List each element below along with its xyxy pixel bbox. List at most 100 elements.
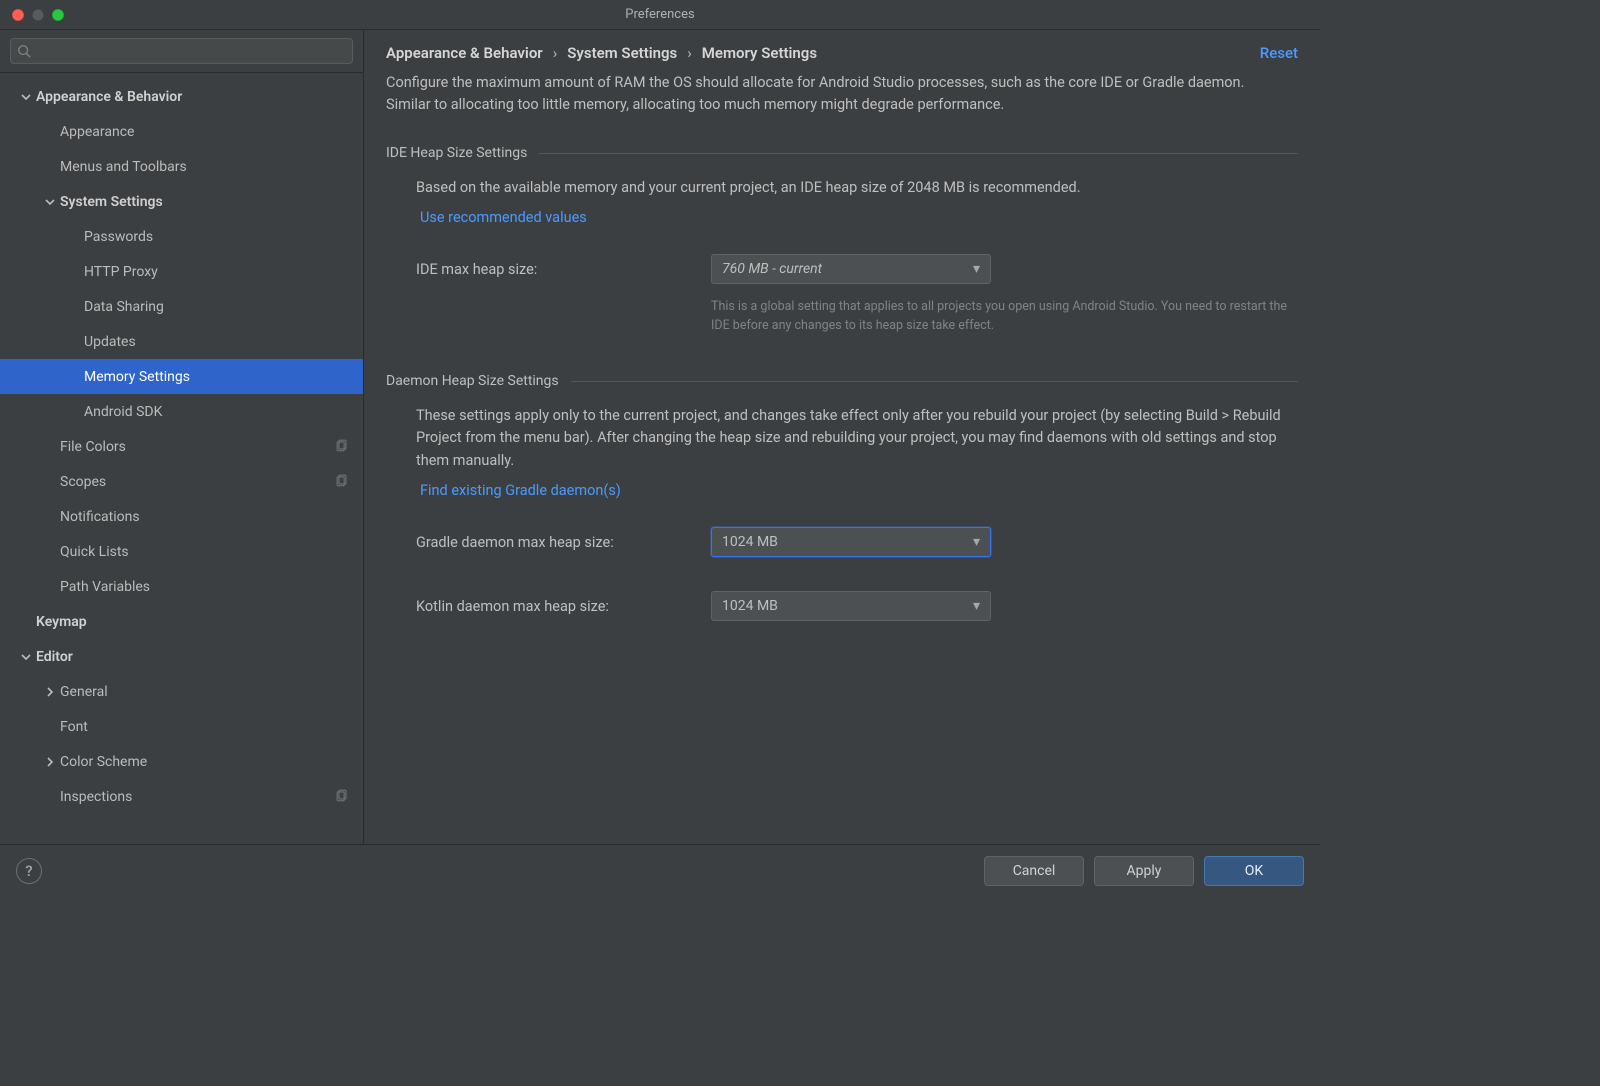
- gradle-heap-row: Gradle daemon max heap size: 1024 MB ▾: [416, 527, 1298, 557]
- sidebar-item-passwords[interactable]: Passwords: [0, 219, 363, 254]
- sidebar-item-label: File Colors: [60, 439, 335, 455]
- sidebar-item-label: Path Variables: [60, 579, 363, 595]
- sidebar-item-label: Scopes: [60, 474, 335, 490]
- sidebar: Appearance & Behavior Appearance Menus and…: [0, 30, 364, 844]
- gradle-heap-label: Gradle daemon max heap size:: [416, 534, 711, 551]
- footer: ? Cancel Apply OK: [0, 844, 1320, 896]
- chevron-down-icon: [20, 92, 32, 102]
- sidebar-item-label: Passwords: [84, 229, 363, 245]
- sidebar-item-color-scheme[interactable]: Color Scheme: [0, 744, 363, 779]
- search-input[interactable]: [35, 44, 346, 59]
- ide-heap-value: 760 MB - current: [722, 261, 973, 277]
- apply-button[interactable]: Apply: [1094, 856, 1194, 886]
- copy-icon: [335, 473, 349, 491]
- page-description: Configure the maximum amount of RAM the …: [386, 72, 1266, 117]
- reset-link[interactable]: Reset: [1260, 44, 1298, 62]
- kotlin-heap-value: 1024 MB: [722, 598, 973, 614]
- sidebar-item-label: Quick Lists: [60, 544, 363, 560]
- chevron-down-icon: ▾: [973, 598, 980, 614]
- sidebar-item-system-settings[interactable]: System Settings: [0, 184, 363, 219]
- sidebar-item-quick-lists[interactable]: Quick Lists: [0, 534, 363, 569]
- find-gradle-daemons-link[interactable]: Find existing Gradle daemon(s): [420, 482, 621, 499]
- copy-icon: [335, 788, 349, 806]
- kotlin-heap-label: Kotlin daemon max heap size:: [416, 598, 711, 615]
- sidebar-item-label: Android SDK: [84, 404, 363, 420]
- sidebar-item-label: Appearance: [60, 124, 363, 140]
- divider: [539, 153, 1298, 154]
- sidebar-item-scopes[interactable]: Scopes: [0, 464, 363, 499]
- divider: [571, 381, 1298, 382]
- ide-heap-label: IDE max heap size:: [416, 261, 711, 278]
- sidebar-item-label: Memory Settings: [84, 369, 363, 385]
- breadcrumb-a: Appearance & Behavior: [386, 44, 543, 62]
- titlebar: Preferences: [0, 0, 1320, 30]
- chevron-down-icon: ▾: [973, 534, 980, 550]
- breadcrumb-b: System Settings: [567, 44, 677, 62]
- sidebar-item-path-variables[interactable]: Path Variables: [0, 569, 363, 604]
- daemon-text: These settings apply only to the current…: [416, 405, 1286, 472]
- ide-heap-section-title: IDE Heap Size Settings: [386, 145, 1298, 161]
- sidebar-item-keymap[interactable]: Keymap: [0, 604, 363, 639]
- breadcrumb: Appearance & Behavior › System Settings …: [364, 30, 1320, 72]
- sidebar-item-label: System Settings: [60, 194, 363, 210]
- sidebar-item-label: Editor: [36, 649, 363, 665]
- ide-recommend-text: Based on the available memory and your c…: [416, 177, 1286, 199]
- sidebar-item-label: Inspections: [60, 789, 335, 805]
- sidebar-item-label: Menus and Toolbars: [60, 159, 363, 175]
- search-field[interactable]: [10, 38, 353, 64]
- sidebar-item-menus-and-toolbars[interactable]: Menus and Toolbars: [0, 149, 363, 184]
- ide-heap-hint: This is a global setting that applies to…: [711, 298, 1298, 334]
- window-title: Preferences: [0, 7, 1320, 22]
- sidebar-item-memory-settings[interactable]: Memory Settings: [0, 359, 363, 394]
- copy-icon: [335, 438, 349, 456]
- sidebar-item-label: Data Sharing: [84, 299, 363, 315]
- chevron-right-icon: [44, 687, 56, 697]
- kotlin-heap-combo[interactable]: 1024 MB ▾: [711, 591, 991, 621]
- sidebar-item-label: Appearance & Behavior: [36, 89, 363, 105]
- sidebar-item-general[interactable]: General: [0, 674, 363, 709]
- chevron-down-icon: [20, 652, 32, 662]
- sidebar-item-label: Notifications: [60, 509, 363, 525]
- sidebar-item-file-colors[interactable]: File Colors: [0, 429, 363, 464]
- kotlin-heap-row: Kotlin daemon max heap size: 1024 MB ▾: [416, 591, 1298, 621]
- chevron-down-icon: ▾: [973, 261, 980, 277]
- sidebar-item-label: HTTP Proxy: [84, 264, 363, 280]
- sidebar-item-http-proxy[interactable]: HTTP Proxy: [0, 254, 363, 289]
- gradle-heap-value: 1024 MB: [722, 534, 973, 550]
- chevron-down-icon: [44, 197, 56, 207]
- cancel-button[interactable]: Cancel: [984, 856, 1084, 886]
- sidebar-item-label: Font: [60, 719, 363, 735]
- sidebar-item-updates[interactable]: Updates: [0, 324, 363, 359]
- search-icon: [17, 44, 31, 58]
- breadcrumb-c: Memory Settings: [702, 44, 817, 62]
- daemon-heap-section-title: Daemon Heap Size Settings: [386, 373, 1298, 389]
- sidebar-item-label: Updates: [84, 334, 363, 350]
- search-wrap: [0, 30, 363, 73]
- chevron-right-icon: [44, 757, 56, 767]
- sidebar-item-inspections[interactable]: Inspections: [0, 779, 363, 814]
- sidebar-item-editor[interactable]: Editor: [0, 639, 363, 674]
- sidebar-item-label: General: [60, 684, 363, 700]
- chevron-right-icon: ›: [553, 44, 558, 62]
- help-button[interactable]: ?: [16, 858, 42, 884]
- sidebar-item-font[interactable]: Font: [0, 709, 363, 744]
- use-recommended-link[interactable]: Use recommended values: [420, 209, 587, 226]
- sidebar-item-label: Color Scheme: [60, 754, 363, 770]
- ide-heap-combo[interactable]: 760 MB - current ▾: [711, 254, 991, 284]
- sidebar-item-data-sharing[interactable]: Data Sharing: [0, 289, 363, 324]
- gradle-heap-combo[interactable]: 1024 MB ▾: [711, 527, 991, 557]
- ide-heap-row: IDE max heap size: 760 MB - current ▾: [416, 254, 1298, 284]
- daemon-heap-section-label: Daemon Heap Size Settings: [386, 373, 559, 389]
- ok-button[interactable]: OK: [1204, 856, 1304, 886]
- main-body: Configure the maximum amount of RAM the …: [364, 72, 1320, 844]
- sidebar-item-android-sdk[interactable]: Android SDK: [0, 394, 363, 429]
- content: Appearance & Behavior Appearance Menus and…: [0, 30, 1320, 844]
- main-panel: Appearance & Behavior › System Settings …: [364, 30, 1320, 844]
- ide-heap-section-label: IDE Heap Size Settings: [386, 145, 527, 161]
- chevron-right-icon: ›: [687, 44, 692, 62]
- sidebar-item-appearance[interactable]: Appearance: [0, 114, 363, 149]
- settings-tree: Appearance & Behavior Appearance Menus and…: [0, 73, 363, 844]
- sidebar-item-notifications[interactable]: Notifications: [0, 499, 363, 534]
- sidebar-item-label: Keymap: [36, 614, 363, 630]
- sidebar-item-appearance-behavior[interactable]: Appearance & Behavior: [0, 79, 363, 114]
